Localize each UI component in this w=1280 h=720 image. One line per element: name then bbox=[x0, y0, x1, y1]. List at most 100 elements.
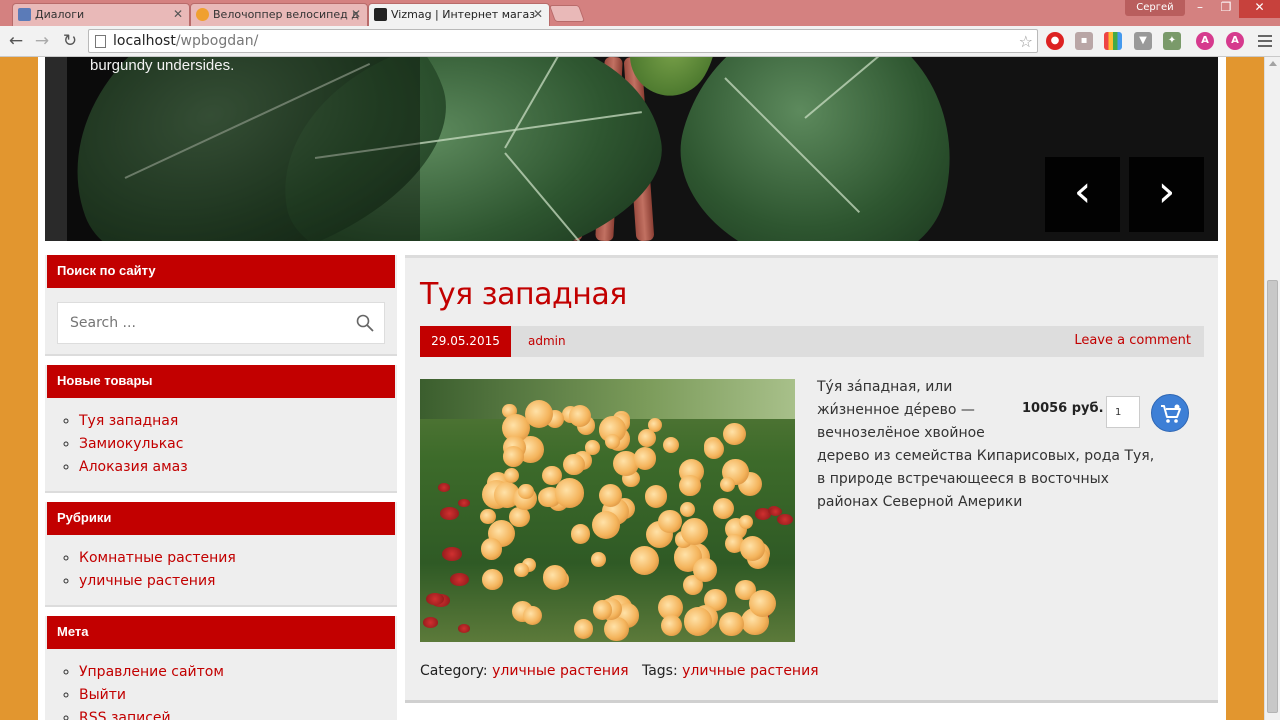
tab-title: Vizmag | Интернет магаз bbox=[391, 8, 536, 21]
quantity-input[interactable]: 1 bbox=[1106, 396, 1140, 428]
red-flower-bed bbox=[426, 592, 444, 605]
rose-flower bbox=[739, 514, 754, 530]
tab-title: Диалоги bbox=[35, 8, 85, 21]
list-item: Туя западная bbox=[79, 410, 188, 433]
tags-label: Tags: bbox=[641, 663, 678, 679]
list-item: Выйти bbox=[79, 684, 224, 707]
rose-flower bbox=[658, 509, 682, 533]
categories-list: Комнатные растения уличные растения bbox=[79, 547, 236, 593]
slider-prev-button[interactable]: ‹ bbox=[1045, 157, 1120, 232]
puzzle-extension-icon[interactable]: ✦ bbox=[1163, 32, 1181, 50]
product-image[interactable] bbox=[420, 379, 795, 642]
adblock-extension-icon[interactable]: ● bbox=[1046, 32, 1064, 50]
rose-flower bbox=[719, 476, 736, 492]
sidebar: Поиск по сайту Новые товары Туя западная… bbox=[45, 255, 397, 720]
image-slider: burgundy undersides. ‹ › bbox=[45, 57, 1218, 241]
chat-icon bbox=[18, 8, 31, 21]
scroll-up-arrow[interactable] bbox=[1269, 61, 1277, 66]
rose-flower bbox=[573, 618, 594, 639]
list-item: RSS записей bbox=[79, 707, 224, 720]
widget-title: Мета bbox=[47, 616, 395, 649]
list-item: Управление сайтом bbox=[79, 661, 224, 684]
description-rest: дерево из семейства Кипарисовых, рода Ту… bbox=[817, 448, 1155, 510]
rose-flower bbox=[719, 612, 744, 637]
post-author[interactable]: admin bbox=[528, 334, 566, 348]
red-flower-bed bbox=[438, 483, 450, 492]
forward-button[interactable]: → bbox=[30, 30, 54, 52]
rose-flower bbox=[603, 616, 629, 642]
close-icon[interactable]: ✕ bbox=[533, 7, 543, 21]
page-scrollbar[interactable] bbox=[1264, 57, 1280, 720]
rose-flower bbox=[554, 478, 584, 508]
search-widget: Поиск по сайту bbox=[45, 255, 397, 356]
red-flower-bed bbox=[458, 499, 470, 508]
meta-link[interactable]: Выйти bbox=[79, 687, 126, 703]
category-link[interactable]: Комнатные растения bbox=[79, 550, 236, 566]
meta-link[interactable]: Управление сайтом bbox=[79, 664, 224, 680]
url-host: localhost bbox=[113, 33, 176, 49]
product-link[interactable]: Замиокулькас bbox=[79, 436, 183, 452]
red-flower-bed bbox=[450, 573, 469, 587]
minimize-button[interactable]: – bbox=[1187, 0, 1213, 18]
rose-flower bbox=[480, 538, 503, 560]
category-link[interactable]: уличные растения bbox=[79, 573, 215, 589]
rose-flower bbox=[514, 562, 529, 578]
cart-icon bbox=[1161, 404, 1181, 423]
search-icon[interactable] bbox=[356, 314, 374, 332]
slider-caption: burgundy undersides. bbox=[90, 57, 235, 74]
url-text[interactable]: localhost/wpbogdan/ bbox=[113, 33, 258, 49]
search-input[interactable] bbox=[58, 303, 338, 343]
slider-next-button[interactable]: › bbox=[1129, 157, 1204, 232]
product-link[interactable]: Алоказия амаз bbox=[79, 459, 188, 475]
post-meta-bar: 29.05.2015 admin Leave a comment bbox=[420, 326, 1204, 357]
new-tab-button[interactable] bbox=[548, 5, 586, 22]
product-price: 10056 руб. bbox=[1022, 401, 1104, 416]
rose-flower bbox=[482, 569, 503, 590]
post-footer: Category: уличные растения Tags: уличные… bbox=[420, 663, 819, 679]
shield-extension-icon[interactable]: ▼ bbox=[1134, 32, 1152, 50]
category-link[interactable]: уличные растения bbox=[492, 663, 628, 679]
rose-flower bbox=[480, 508, 496, 525]
red-flower-bed bbox=[442, 546, 462, 561]
close-icon[interactable]: ✕ bbox=[173, 7, 183, 21]
tag-link[interactable]: уличные растения bbox=[682, 663, 818, 679]
user-badge[interactable]: Сергей bbox=[1125, 0, 1185, 16]
browser-tab-vizmag[interactable]: Vizmag | Интернет магаз ✕ bbox=[368, 3, 550, 26]
extension-icon[interactable]: ▪ bbox=[1075, 32, 1093, 50]
address-bar[interactable]: localhost/wpbogdan/ ☆ bbox=[88, 29, 1038, 53]
rose-flower bbox=[679, 475, 701, 497]
red-flower-bed bbox=[457, 624, 471, 633]
rose-flower bbox=[713, 498, 735, 520]
list-item: уличные растения bbox=[79, 570, 236, 593]
reload-button[interactable]: ↻ bbox=[58, 30, 82, 52]
post-title[interactable]: Туя западная bbox=[420, 277, 627, 312]
rose-flower bbox=[591, 552, 607, 567]
color-extension-icon[interactable] bbox=[1104, 32, 1122, 50]
maximize-button[interactable]: ❐ bbox=[1213, 0, 1239, 18]
rose-flower bbox=[629, 545, 660, 576]
url-path: /wpbogdan/ bbox=[175, 33, 259, 49]
back-button[interactable]: ← bbox=[4, 30, 28, 52]
product-link[interactable]: Туя западная bbox=[79, 413, 178, 429]
bookmark-star-icon[interactable]: ☆ bbox=[1019, 32, 1033, 51]
scrollbar-thumb[interactable] bbox=[1267, 280, 1278, 713]
a-extension-icon-2[interactable]: A bbox=[1226, 32, 1244, 50]
window-close-button[interactable]: ✕ bbox=[1239, 0, 1280, 18]
a-extension-icon[interactable]: A bbox=[1196, 32, 1214, 50]
site-icon bbox=[196, 8, 209, 21]
browser-tab-bar: Диалоги ✕ Велочоппер велосипед д ✕ Vizma… bbox=[0, 0, 1280, 26]
add-to-cart-button[interactable] bbox=[1151, 394, 1189, 432]
browser-tab-bike[interactable]: Велочоппер велосипед д ✕ bbox=[190, 3, 368, 26]
browser-tab-dialogs[interactable]: Диалоги ✕ bbox=[12, 3, 190, 26]
meta-link[interactable]: RSS записей bbox=[79, 710, 171, 720]
rose-flower bbox=[503, 446, 524, 467]
meta-widget: Мета Управление сайтом Выйти RSS записей bbox=[45, 616, 397, 720]
leave-comment-link[interactable]: Leave a comment bbox=[1074, 333, 1191, 348]
close-icon[interactable]: ✕ bbox=[351, 7, 361, 21]
rose-flower bbox=[503, 467, 520, 484]
category-label: Category: bbox=[420, 663, 488, 679]
widget-title: Новые товары bbox=[47, 365, 395, 398]
post-date[interactable]: 29.05.2015 bbox=[420, 326, 511, 357]
browser-menu-icon[interactable] bbox=[1256, 32, 1274, 50]
page-icon bbox=[95, 35, 106, 48]
